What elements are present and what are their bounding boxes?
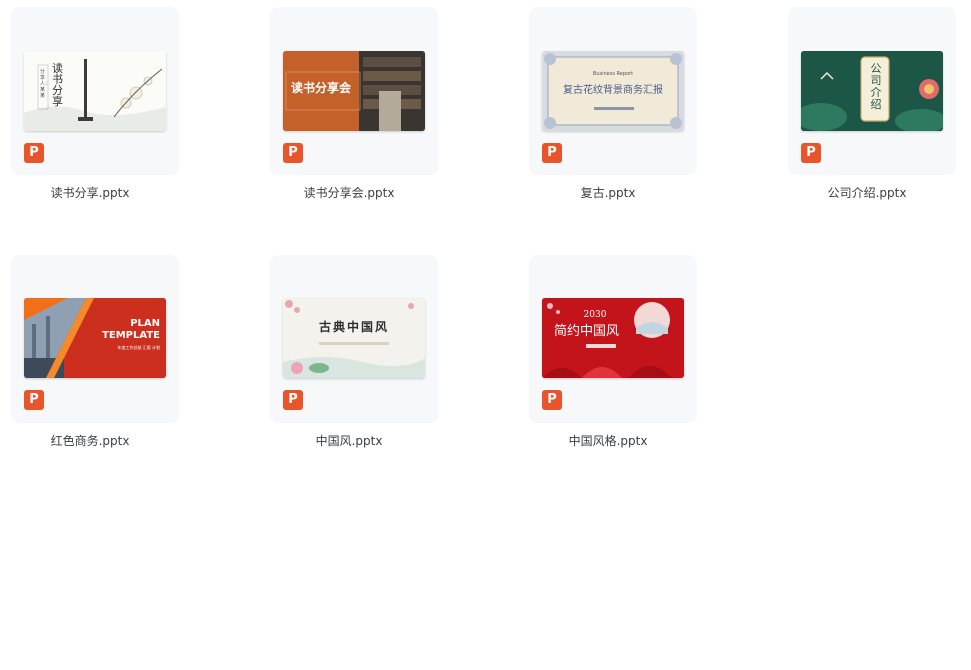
file-tile[interactable]: 古典中国风 P	[270, 255, 438, 423]
thumb-subtitle: 分享人：某某	[40, 69, 51, 99]
slide-thumbnail: PLAN TEMPLATE 年度工作总结 汇报 计划	[24, 298, 166, 378]
file-tile[interactable]: 2030 简约中国风 P	[529, 255, 697, 423]
thumb-year: 2030	[583, 310, 607, 320]
slide-thumbnail: 古典中国风	[283, 298, 425, 378]
ppt-file-icon: P	[542, 390, 562, 410]
slide-thumbnail: 读书分享会	[283, 51, 425, 131]
slide-thumbnail: 公司介绍	[801, 51, 943, 131]
file-name[interactable]: 读书分享会.pptx	[265, 185, 433, 201]
ppt-file-icon: P	[801, 143, 821, 163]
slide-thumbnail: Business Report 复古花纹背景商务汇报	[542, 51, 684, 131]
thumb-title: PLAN	[130, 318, 160, 329]
thumb-title: 读书分享会	[291, 81, 352, 95]
slide-thumbnail: 读书分享 分享人：某某	[24, 51, 166, 131]
file-name[interactable]: 红色商务.pptx	[6, 433, 174, 449]
file-name[interactable]: 中国风格.pptx	[524, 433, 692, 449]
thumb-subtitle: Business Report	[592, 71, 634, 77]
thumb-title: 复古花纹背景商务汇报	[563, 85, 663, 96]
file-tile[interactable]: 读书分享会 P	[270, 7, 438, 175]
thumb-title: 读书分享	[52, 62, 63, 108]
thumb-title: 古典中国风	[318, 320, 389, 334]
slide-thumbnail: 2030 简约中国风	[542, 298, 684, 378]
file-tile[interactable]: PLAN TEMPLATE 年度工作总结 汇报 计划 P	[11, 255, 179, 423]
thumb-title: 公司介绍	[870, 62, 882, 111]
thumb-subtitle: 年度工作总结 汇报 计划	[117, 345, 160, 350]
file-tile[interactable]: Business Report 复古花纹背景商务汇报 P	[529, 7, 697, 175]
file-name[interactable]: 中国风.pptx	[265, 433, 433, 449]
ppt-file-icon: P	[283, 390, 303, 410]
file-tile[interactable]: 公司介绍 P	[788, 7, 956, 175]
ppt-file-icon: P	[24, 143, 44, 163]
thumb-title-2: TEMPLATE	[102, 330, 160, 341]
file-name[interactable]: 公司介绍.pptx	[783, 185, 951, 201]
file-tile[interactable]: 读书分享 分享人：某某 P	[11, 7, 179, 175]
file-name[interactable]: 读书分享.pptx	[6, 185, 174, 201]
thumb-title: 简约中国风	[554, 324, 620, 339]
ppt-file-icon: P	[283, 143, 303, 163]
ppt-file-icon: P	[24, 390, 44, 410]
ppt-file-icon: P	[542, 143, 562, 163]
file-name[interactable]: 复古.pptx	[524, 185, 692, 201]
